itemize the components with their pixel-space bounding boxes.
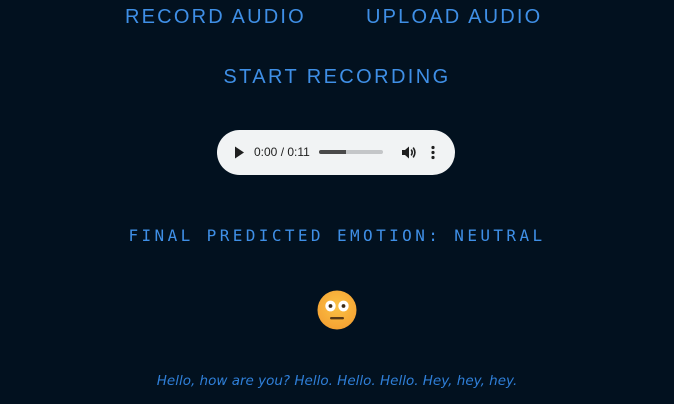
neutral-face-emoji (317, 290, 357, 330)
predicted-emotion-label: FINAL PREDICTED EMOTION: NEUTRAL (128, 226, 546, 245)
time-display: 0:00 / 0:11 (254, 145, 310, 159)
seek-bar[interactable] (319, 150, 383, 154)
seek-buffered-fill (319, 150, 346, 154)
tab-record-audio[interactable]: RECORD AUDIO (125, 6, 306, 28)
volume-icon[interactable] (400, 144, 418, 161)
audio-player[interactable]: 0:00 / 0:11 (217, 130, 455, 175)
play-icon[interactable] (231, 144, 247, 161)
start-recording-button[interactable]: START RECORDING (0, 66, 674, 89)
transcript-text: Hello, how are you? Hello. Hello. Hello.… (156, 373, 518, 389)
more-vertical-icon[interactable] (429, 144, 437, 161)
tab-upload-audio[interactable]: UPLOAD AUDIO (366, 6, 542, 28)
